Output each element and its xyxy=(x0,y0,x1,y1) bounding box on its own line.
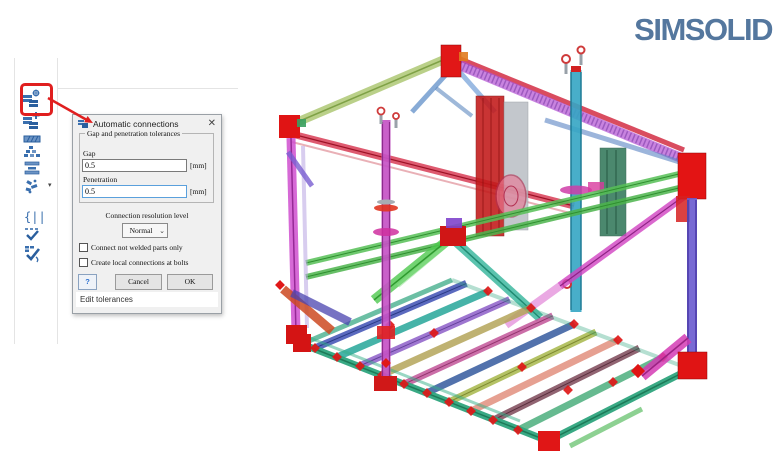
penetration-label: Penetration xyxy=(83,175,118,184)
ok-button[interactable]: OK xyxy=(167,274,213,290)
close-icon[interactable]: ✕ xyxy=(208,118,216,129)
app-window: { "logo": { "text": "SIMSOLID", "color":… xyxy=(0,0,780,462)
gap-input[interactable] xyxy=(82,159,187,172)
connect-not-welded-checkbox[interactable] xyxy=(79,243,88,252)
chevron-down-icon: ⌄ xyxy=(159,226,165,235)
laminate-weld-icon[interactable] xyxy=(21,158,47,178)
checkbox-row-1: Connect not welded parts only xyxy=(79,243,183,252)
dialog-icon xyxy=(78,119,88,128)
local-connections-bolts-checkbox[interactable] xyxy=(79,258,88,267)
floor-front-joint xyxy=(538,431,560,451)
penetration-input[interactable] xyxy=(82,185,187,198)
top-corner-tab xyxy=(459,52,468,61)
right-corner-joint xyxy=(677,152,707,200)
cancel-button[interactable]: Cancel xyxy=(115,274,162,290)
top-corner-joint xyxy=(440,44,462,78)
help-button[interactable]: ? xyxy=(78,274,97,290)
automatic-connections-dialog: Automatic connections ✕ Gap and penetrat… xyxy=(72,114,222,314)
fastener-icon[interactable]: ▾ xyxy=(21,176,52,196)
fastener-dropdown-caret[interactable]: ▾ xyxy=(48,181,52,189)
resolution-label: Connection resolution level xyxy=(105,211,189,220)
checkbox2-label: Create local connections at bolts xyxy=(91,258,189,267)
verify-connections-icon[interactable] xyxy=(21,243,47,263)
penetration-unit: [mm] xyxy=(190,187,207,196)
resolution-value: Normal xyxy=(129,226,153,235)
gap-unit: [mm] xyxy=(190,161,207,170)
svg-text:{|||}: {|||} xyxy=(24,210,47,224)
highlight-box xyxy=(20,83,53,116)
gap-label: Gap xyxy=(83,149,96,158)
checkbox-row-2: Create local connections at bolts xyxy=(79,258,188,267)
dialog-title: Automatic connections xyxy=(93,118,179,129)
checkbox1-label: Connect not welded parts only xyxy=(91,243,183,252)
review-connections-icon[interactable] xyxy=(21,224,47,244)
group-title: Gap and penetration tolerances xyxy=(85,129,183,138)
resolution-dropdown[interactable]: Normal ⌄ xyxy=(122,223,168,238)
status-tooltip: Edit tolerances xyxy=(76,292,218,307)
